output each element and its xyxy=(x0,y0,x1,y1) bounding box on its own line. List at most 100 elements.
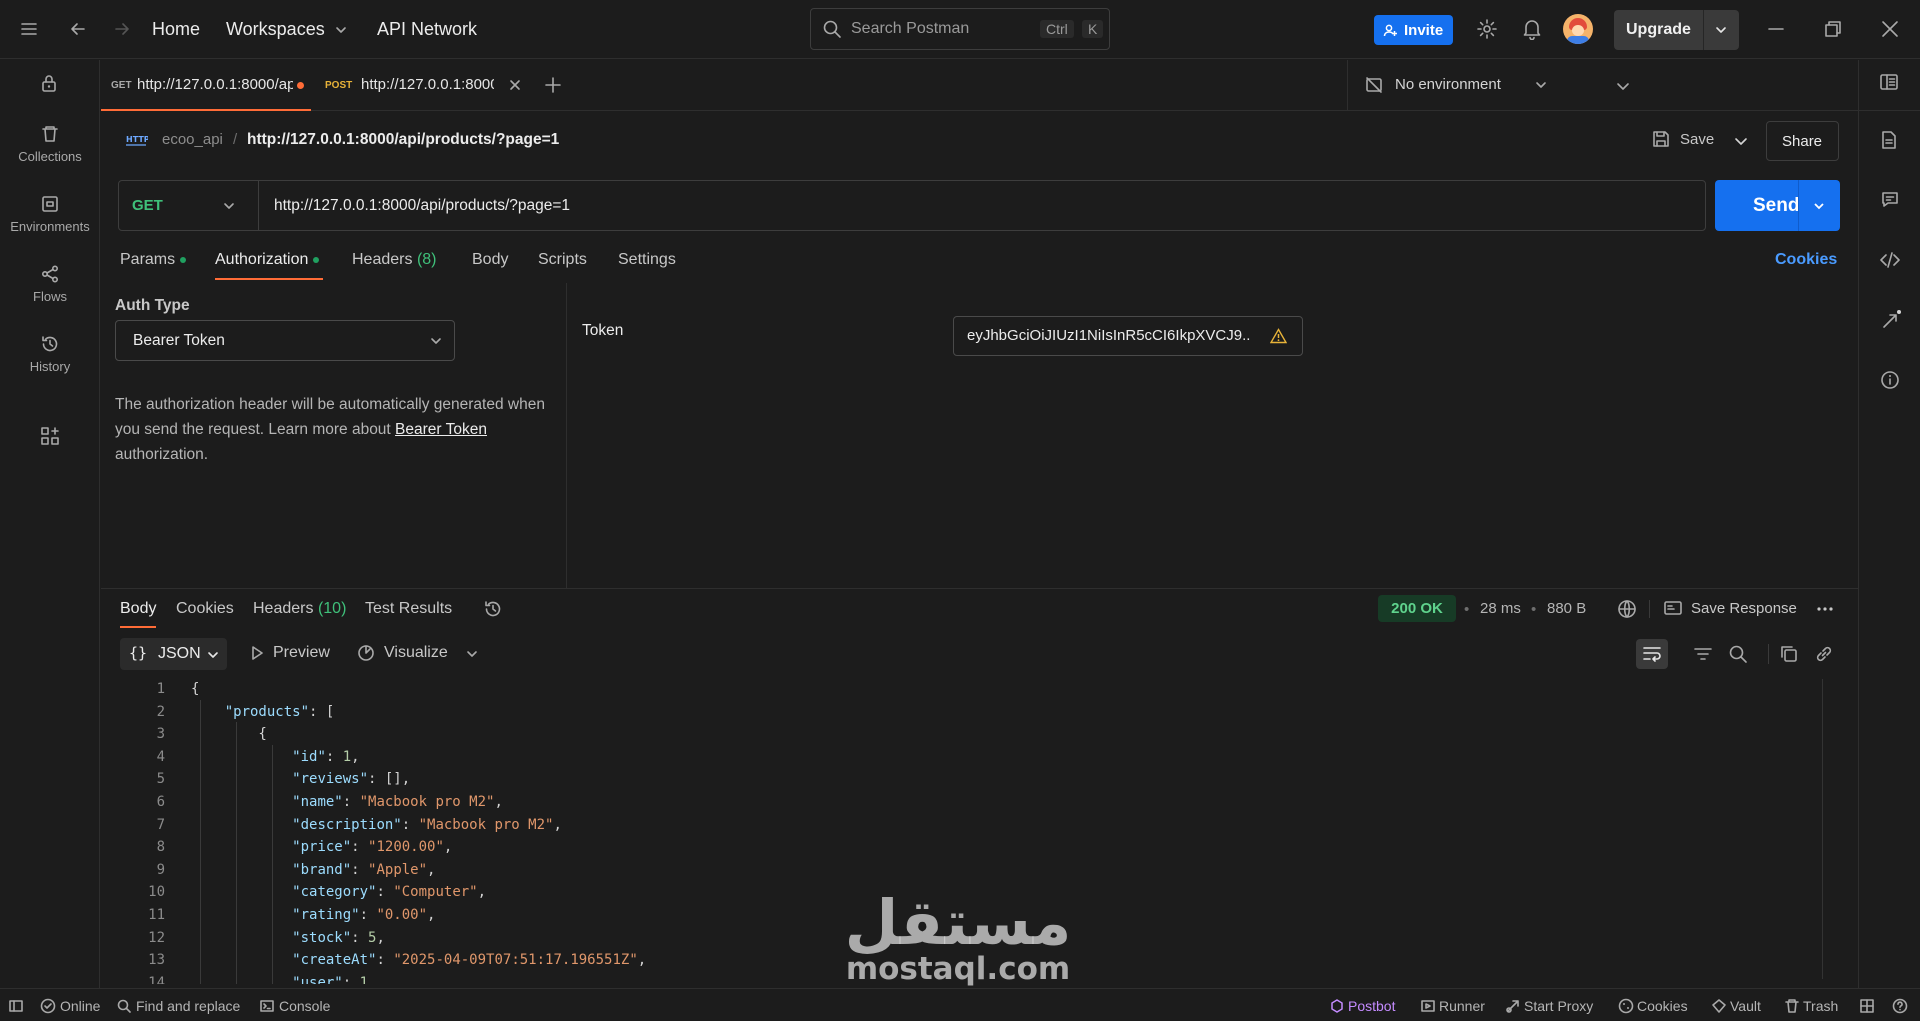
settings-gear-icon[interactable] xyxy=(1476,18,1498,40)
close-window-icon[interactable] xyxy=(1881,20,1899,38)
cookies-link[interactable]: Cookies xyxy=(1775,251,1837,269)
tab-authorization[interactable]: Authorization xyxy=(215,251,320,269)
close-tab-icon[interactable] xyxy=(508,78,522,92)
status-badge[interactable]: 200 OK xyxy=(1378,595,1456,622)
tab-body[interactable]: Body xyxy=(472,251,508,269)
braces-icon: {} xyxy=(129,644,148,662)
method-selector[interactable]: GET xyxy=(119,181,259,230)
tab-post-request[interactable]: POST http://127.0.0.1:8000 xyxy=(323,60,523,110)
auth-desc-suffix: authorization. xyxy=(115,446,209,463)
tab-scripts[interactable]: Scripts xyxy=(538,251,587,269)
chevron-down-icon[interactable] xyxy=(1812,199,1826,213)
toggle-sidebar-icon[interactable] xyxy=(8,998,24,1014)
save-response-button[interactable]: Save Response xyxy=(1663,598,1803,620)
tab-settings[interactable]: Settings xyxy=(618,251,676,269)
search-response-icon[interactable] xyxy=(1728,644,1748,664)
tabs-overflow-chevron-icon[interactable] xyxy=(1615,78,1631,94)
response-tab-test-results[interactable]: Test Results xyxy=(365,600,452,618)
documentation-icon[interactable] xyxy=(1880,130,1898,150)
sidebar-item-collections[interactable]: Collections xyxy=(0,124,100,164)
environment-icon xyxy=(42,196,58,212)
related-collections-icon[interactable] xyxy=(1880,309,1902,331)
code-scrollbar[interactable] xyxy=(1822,679,1823,979)
indent-guide xyxy=(272,745,273,984)
workspace-overview-icon[interactable] xyxy=(1879,73,1899,91)
request-title[interactable]: http://127.0.0.1:8000/api/products/?page… xyxy=(247,131,559,149)
breadcrumb-collection[interactable]: ecoo_api xyxy=(162,131,223,148)
add-user-icon xyxy=(1383,24,1397,37)
restore-window-icon[interactable] xyxy=(1824,20,1842,38)
upgrade-button[interactable]: Upgrade xyxy=(1614,10,1739,50)
search-box[interactable]: Search Postman Ctrl K xyxy=(810,8,1110,50)
token-input[interactable]: eyJhbGciOiJIUzI1NiIsInR5cCI6IkpXVCJ9.. xyxy=(953,316,1303,356)
response-tab-body[interactable]: Body xyxy=(120,600,156,618)
more-options-icon[interactable] xyxy=(1815,599,1835,619)
tab-method: POST xyxy=(325,80,353,91)
help-icon[interactable] xyxy=(1892,998,1908,1014)
chevron-down-icon[interactable] xyxy=(1714,23,1728,37)
invite-label: Invite xyxy=(1404,22,1444,39)
notification-bell-icon[interactable] xyxy=(1522,18,1542,40)
sidebar-item-label: History xyxy=(29,359,71,374)
response-size[interactable]: 880 B xyxy=(1547,600,1586,617)
toolbar-divider xyxy=(1768,644,1769,664)
menu-icon[interactable] xyxy=(20,20,38,38)
sidebar-item-history[interactable]: History xyxy=(0,334,100,374)
tab-params-label: Params xyxy=(120,251,176,268)
add-workbench-icon[interactable] xyxy=(40,426,60,446)
watermark-arabic: مستقل xyxy=(844,886,1072,959)
line-number: 5 xyxy=(156,771,165,788)
breadcrumb-separator: / xyxy=(233,131,238,148)
visualize-label: Visualize xyxy=(384,644,448,661)
chevron-down-icon[interactable] xyxy=(334,23,348,37)
response-history-icon[interactable] xyxy=(483,599,503,619)
visualize-chevron-icon[interactable] xyxy=(465,647,479,661)
network-globe-icon[interactable] xyxy=(1617,599,1637,619)
play-icon xyxy=(252,646,263,660)
sidebar-item-flows[interactable]: Flows xyxy=(0,264,100,304)
wrap-lines-button[interactable] xyxy=(1636,639,1668,669)
forward-arrow-icon[interactable] xyxy=(112,19,132,39)
info-icon[interactable] xyxy=(1880,370,1900,390)
nav-workspaces[interactable]: Workspaces xyxy=(226,19,325,40)
tab-params[interactable]: Params xyxy=(120,251,187,269)
send-label: Send xyxy=(1753,195,1800,216)
headers-count: (8) xyxy=(416,251,437,268)
link-icon[interactable] xyxy=(1814,644,1834,664)
send-button[interactable]: Send xyxy=(1715,180,1840,231)
new-tab-plus-icon[interactable] xyxy=(544,76,562,94)
nav-home[interactable]: Home xyxy=(152,19,200,40)
share-button[interactable]: Share xyxy=(1766,121,1839,161)
response-time[interactable]: 28 ms xyxy=(1480,600,1521,617)
copy-icon[interactable] xyxy=(1779,644,1799,664)
tab-headers[interactable]: Headers (8) xyxy=(352,251,437,269)
nav-api-network[interactable]: API Network xyxy=(377,19,477,40)
minimize-icon[interactable] xyxy=(1767,20,1785,38)
filter-icon[interactable] xyxy=(1693,645,1713,663)
response-tab-headers[interactable]: Headers (10) xyxy=(253,600,346,618)
online-label: Online xyxy=(60,998,101,1014)
format-select[interactable]: {} JSON xyxy=(120,638,227,670)
save-options-chevron-icon[interactable] xyxy=(1733,133,1749,149)
bearer-token-link[interactable]: Bearer Token xyxy=(395,421,487,438)
code-icon[interactable] xyxy=(1879,250,1901,270)
code-line: "brand": "Apple", xyxy=(292,861,436,878)
comments-icon[interactable] xyxy=(1880,190,1900,210)
stat-separator: • xyxy=(1464,601,1470,618)
tab-get-request[interactable]: GET http://127.0.0.1:8000/api xyxy=(101,60,311,111)
url-input[interactable]: http://127.0.0.1:8000/api/products/?page… xyxy=(274,197,570,215)
response-tab-cookies[interactable]: Cookies xyxy=(176,600,234,618)
sidebar-item-environments[interactable]: Environments xyxy=(0,194,100,234)
tab-method: GET xyxy=(111,80,132,91)
avatar[interactable] xyxy=(1563,14,1593,44)
auth-type-select[interactable]: Bearer Token xyxy=(115,320,455,361)
runner-icon xyxy=(1421,1000,1435,1012)
line-number: 11 xyxy=(148,907,165,923)
invite-button[interactable]: Invite xyxy=(1374,15,1453,45)
lock-icon[interactable] xyxy=(39,73,59,93)
back-arrow-icon[interactable] xyxy=(68,19,88,39)
environment-selector[interactable]: No environment xyxy=(1357,60,1557,110)
layout-toggle-icon[interactable] xyxy=(1859,998,1875,1014)
token-value: eyJhbGciOiJIUzI1NiIsInR5cCI6IkpXVCJ9.. xyxy=(967,327,1251,344)
code-line: { xyxy=(191,726,267,743)
